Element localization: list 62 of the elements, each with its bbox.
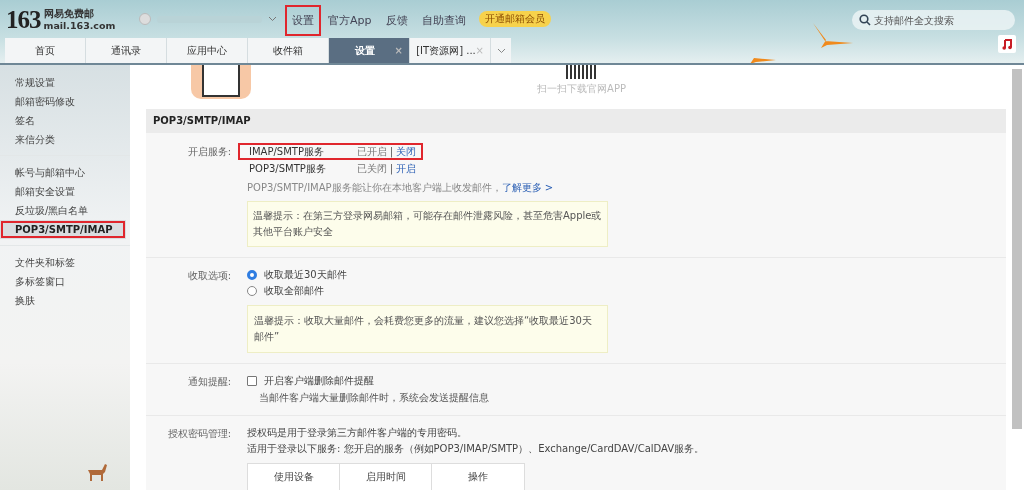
vip-badge[interactable]: 开通邮箱会员 — [478, 11, 551, 27]
tab[interactable]: 首页 — [5, 38, 86, 63]
logo-name: 网易免费邮 — [43, 8, 95, 20]
info-text: 授权码是用于登录第三方邮件客户端的专用密码。 — [247, 426, 468, 440]
hint-text: 当邮件客户端大量删除邮件时，系统会发送提醒信息 — [259, 391, 490, 405]
radio-button[interactable] — [247, 286, 257, 296]
checkbox[interactable] — [247, 376, 257, 386]
search-icon — [859, 14, 871, 26]
sidebar-item[interactable]: POP3/SMTP/IMAP — [0, 220, 126, 239]
sidebar-item[interactable]: 签名 — [0, 111, 130, 130]
field-label: 开启服务: — [186, 145, 232, 159]
music-button[interactable] — [998, 35, 1016, 53]
music-note-icon — [1002, 38, 1012, 50]
tab[interactable]: 应用中心 — [167, 38, 248, 63]
caret-icon — [268, 16, 277, 22]
description-text: POP3/SMTP/IMAP服务能让你在本地客户端上收发邮件， — [247, 182, 502, 193]
logo-number[interactable]: 163 — [6, 6, 41, 34]
service-status: 已开启 — [356, 145, 387, 157]
toggle-link[interactable]: 关闭 — [396, 145, 416, 157]
nav-link[interactable]: 自助查询 — [414, 5, 473, 36]
service-name: IMAP/SMTP服务 — [249, 144, 325, 159]
logo-domain: mail.163.com — [43, 20, 116, 32]
field-label: 授权密码管理: — [166, 427, 232, 441]
service-status: 已关闭 — [356, 162, 387, 174]
field-label: 通知提醒: — [186, 375, 232, 389]
service-name: POP3/SMTP服务 — [249, 161, 327, 176]
scrollbar[interactable] — [1012, 69, 1022, 429]
tip-box: 温馨提示：收取大量邮件，会耗费您更多的流量，建议您选择“收取最近30天邮件” — [247, 305, 608, 353]
toggle-link[interactable]: 开启 — [396, 162, 416, 174]
tab[interactable]: [IT资源网] ...× — [410, 38, 491, 63]
tab[interactable]: 收件箱 — [248, 38, 329, 63]
info-text: 适用于登录以下服务: 您开启的服务（例如POP3/IMAP/SMTP）、Exchange/CardDAV/CalDAV服务。 — [247, 442, 706, 456]
separator: | — [389, 145, 393, 157]
option-label[interactable]: 收取全部邮件 — [264, 284, 324, 298]
tip-box: 温馨提示：在第三方登录网易邮箱，可能存在邮件泄露风险，甚至危害Apple或其他平台账户安全 — [247, 201, 608, 247]
sidebar-item[interactable]: 文件夹和标签 — [0, 253, 130, 272]
field-label: 收取选项: — [186, 269, 232, 283]
caret-icon — [496, 47, 506, 54]
nav-link[interactable]: 设置 — [285, 5, 321, 36]
sidebar-item[interactable]: 换肤 — [0, 291, 130, 310]
learn-more-link[interactable]: 了解更多 > — [501, 182, 554, 193]
sidebar-item[interactable]: 反垃圾/黑白名单 — [0, 201, 130, 220]
tab[interactable]: 通讯录 — [86, 38, 167, 63]
sidebar-item[interactable]: 多标签窗口 — [0, 272, 130, 291]
nav-link[interactable]: 官方App — [321, 5, 379, 36]
sidebar-item[interactable]: 帐号与邮箱中心 — [0, 163, 130, 182]
radio-button[interactable] — [247, 270, 257, 280]
column-header: 使用设备 — [248, 464, 340, 490]
column-header: 启用时间 — [340, 464, 432, 490]
separator: | — [389, 162, 393, 174]
option-label[interactable]: 收取最近30天邮件 — [264, 268, 347, 282]
section-title: POP3/SMTP/IMAP — [146, 109, 1006, 133]
column-header: 操作 — [467, 470, 489, 484]
sidebar-item[interactable]: 邮箱安全设置 — [0, 182, 130, 201]
nav-link[interactable]: 反馈 — [378, 5, 415, 36]
sidebar-item[interactable]: 常规设置 — [0, 73, 130, 92]
sidebar-item[interactable]: 来信分类 — [0, 130, 130, 149]
sidebar-item[interactable]: 邮箱密码修改 — [0, 92, 130, 111]
tab[interactable]: 设置 × — [329, 38, 410, 63]
search-field[interactable]: 支持邮件全文搜索 — [852, 10, 1015, 30]
coin-icon — [139, 13, 151, 25]
checkbox-label[interactable]: 开启客户端删除邮件提醒 — [264, 374, 374, 388]
